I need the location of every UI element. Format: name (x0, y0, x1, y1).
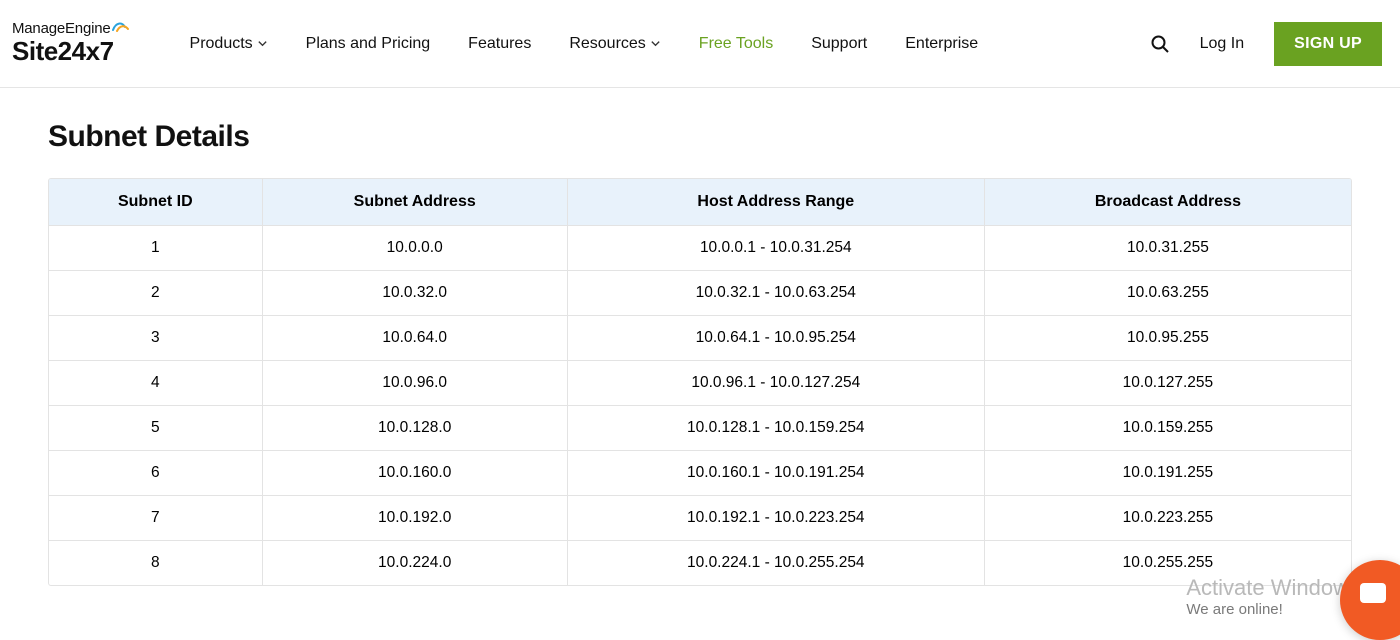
brand-parent-label: ManageEngine (12, 20, 130, 38)
cell-id: 6 (49, 450, 263, 495)
table-row: 710.0.192.010.0.192.1 - 10.0.223.25410.0… (49, 495, 1351, 540)
col-header-host-range: Host Address Range (568, 179, 985, 225)
cell-range: 10.0.192.1 - 10.0.223.254 (568, 495, 985, 540)
chevron-down-icon (257, 38, 268, 49)
cell-range: 10.0.32.1 - 10.0.63.254 (568, 270, 985, 315)
cell-bcast: 10.0.127.255 (985, 360, 1351, 405)
cell-bcast: 10.0.191.255 (985, 450, 1351, 495)
subnet-table: Subnet ID Subnet Address Host Address Ra… (48, 178, 1352, 586)
nav-products-label: Products (190, 35, 253, 53)
page-title: Subnet Details (48, 120, 1352, 154)
nav-resources[interactable]: Resources (569, 35, 660, 53)
table-row: 610.0.160.010.0.160.1 - 10.0.191.25410.0… (49, 450, 1351, 495)
table-row: 110.0.0.010.0.0.1 - 10.0.31.25410.0.31.2… (49, 225, 1351, 270)
col-header-subnet-id: Subnet ID (49, 179, 263, 225)
cell-addr: 10.0.192.0 (263, 495, 568, 540)
cell-id: 7 (49, 495, 263, 540)
nav-support[interactable]: Support (811, 35, 867, 53)
table-header-row: Subnet ID Subnet Address Host Address Ra… (49, 179, 1351, 225)
chevron-down-icon (650, 38, 661, 49)
cell-bcast: 10.0.31.255 (985, 225, 1351, 270)
search-icon[interactable] (1150, 34, 1170, 54)
swirl-icon (112, 20, 130, 38)
cell-addr: 10.0.96.0 (263, 360, 568, 405)
nav-resources-label: Resources (569, 35, 645, 53)
chat-icon (1360, 583, 1386, 603)
cell-addr: 10.0.224.0 (263, 540, 568, 585)
cell-addr: 10.0.64.0 (263, 315, 568, 360)
cell-id: 8 (49, 540, 263, 585)
col-header-broadcast: Broadcast Address (985, 179, 1351, 225)
table-row: 310.0.64.010.0.64.1 - 10.0.95.25410.0.95… (49, 315, 1351, 360)
cell-id: 4 (49, 360, 263, 405)
cell-bcast: 10.0.255.255 (985, 540, 1351, 585)
cell-range: 10.0.96.1 - 10.0.127.254 (568, 360, 985, 405)
cell-id: 1 (49, 225, 263, 270)
cell-id: 3 (49, 315, 263, 360)
cell-range: 10.0.128.1 - 10.0.159.254 (568, 405, 985, 450)
nav-products[interactable]: Products (190, 35, 268, 53)
main-content: Subnet Details Subnet ID Subnet Address … (0, 88, 1400, 586)
table-row: 210.0.32.010.0.32.1 - 10.0.63.25410.0.63… (49, 270, 1351, 315)
header-right: Log In SIGN UP (1150, 22, 1382, 66)
cell-range: 10.0.224.1 - 10.0.255.254 (568, 540, 985, 585)
cell-addr: 10.0.128.0 (263, 405, 568, 450)
cell-addr: 10.0.0.0 (263, 225, 568, 270)
watermark-line2: We are online! (1186, 601, 1360, 618)
table-row: 810.0.224.010.0.224.1 - 10.0.255.25410.0… (49, 540, 1351, 585)
cell-bcast: 10.0.95.255 (985, 315, 1351, 360)
brand-product-label: Site24x7 (12, 36, 130, 67)
cell-id: 2 (49, 270, 263, 315)
nav-plans[interactable]: Plans and Pricing (306, 35, 431, 53)
cell-id: 5 (49, 405, 263, 450)
logo[interactable]: ManageEngine Site24x7 (12, 20, 130, 67)
table-row: 410.0.96.010.0.96.1 - 10.0.127.25410.0.1… (49, 360, 1351, 405)
site-header: ManageEngine Site24x7 Products Plans and… (0, 0, 1400, 88)
cell-bcast: 10.0.223.255 (985, 495, 1351, 540)
nav-features[interactable]: Features (468, 35, 531, 53)
cell-addr: 10.0.32.0 (263, 270, 568, 315)
col-header-subnet-address: Subnet Address (263, 179, 568, 225)
nav-enterprise[interactable]: Enterprise (905, 35, 978, 53)
table-row: 510.0.128.010.0.128.1 - 10.0.159.25410.0… (49, 405, 1351, 450)
cell-bcast: 10.0.159.255 (985, 405, 1351, 450)
login-link[interactable]: Log In (1200, 35, 1244, 53)
cell-range: 10.0.0.1 - 10.0.31.254 (568, 225, 985, 270)
signup-button[interactable]: SIGN UP (1274, 22, 1382, 66)
nav-free-tools[interactable]: Free Tools (699, 35, 773, 53)
cell-range: 10.0.160.1 - 10.0.191.254 (568, 450, 985, 495)
cell-bcast: 10.0.63.255 (985, 270, 1351, 315)
cell-addr: 10.0.160.0 (263, 450, 568, 495)
cell-range: 10.0.64.1 - 10.0.95.254 (568, 315, 985, 360)
top-nav: Products Plans and Pricing Features Reso… (190, 35, 979, 53)
